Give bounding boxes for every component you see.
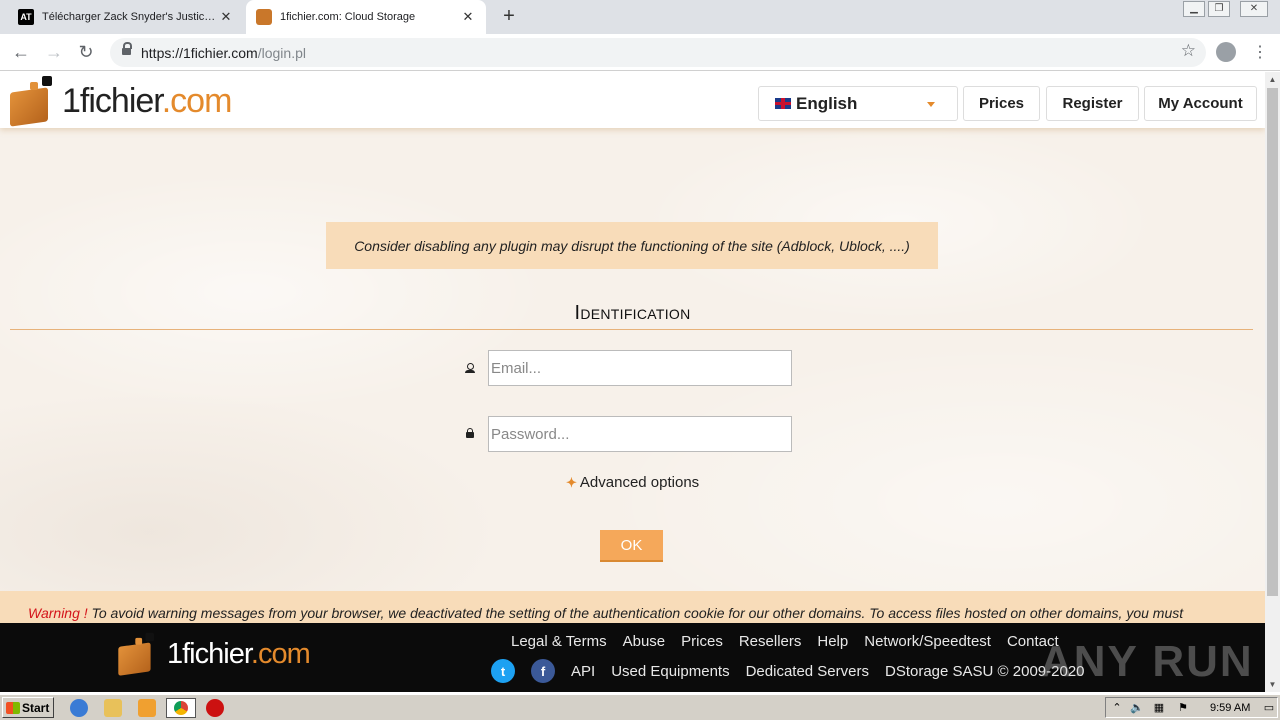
tab-favicon-icon: [256, 9, 272, 25]
tray-expand-icon[interactable]: ⌃: [1110, 701, 1124, 715]
language-label: English: [796, 93, 858, 113]
footer-logo[interactable]: 1fichier.com: [113, 629, 311, 679]
footer-link-abuse[interactable]: Abuse: [623, 633, 666, 650]
title-divider: [10, 329, 1253, 330]
uk-flag-icon: [775, 98, 791, 109]
password-input[interactable]: [488, 416, 792, 452]
page-content: 1fichier.com English Prices Register My …: [0, 72, 1265, 692]
footer-link-prices[interactable]: Prices: [681, 633, 723, 650]
show-desktop-icon[interactable]: ▭: [1262, 701, 1276, 715]
warning-text: To avoid warning messages from your brow…: [87, 605, 1184, 621]
email-input[interactable]: [488, 350, 792, 386]
user-icon: [465, 363, 475, 373]
tab-favicon-icon: AT: [18, 9, 34, 25]
tab-title: Télécharger Zack Snyder's Justice League: [42, 11, 218, 23]
facebook-icon[interactable]: f: [531, 659, 555, 683]
plugin-notice: Consider disabling any plugin may disrup…: [326, 222, 938, 269]
footer-link-legal[interactable]: Legal & Terms: [511, 633, 607, 650]
bookmark-star-icon[interactable]: ☆: [1181, 41, 1196, 61]
lock-icon: [466, 428, 476, 438]
sparkle-icon: ✦: [566, 474, 577, 490]
footer-link-api[interactable]: API: [571, 663, 595, 680]
tab-close-icon[interactable]: ✕: [218, 9, 234, 25]
scroll-down-icon[interactable]: ▼: [1265, 677, 1280, 692]
scroll-up-icon[interactable]: ▲: [1265, 72, 1280, 87]
twitter-icon[interactable]: t: [491, 659, 515, 683]
advanced-options-label: Advanced options: [579, 474, 700, 491]
menu-kebab-icon[interactable]: ⋮: [1252, 42, 1268, 62]
media-player-icon[interactable]: [138, 699, 156, 717]
my-account-button[interactable]: My Account: [1144, 86, 1257, 121]
advanced-options-link[interactable]: ✦ Advanced options: [566, 474, 699, 491]
footer-link-network[interactable]: Network/Speedtest: [864, 633, 991, 650]
flag-icon[interactable]: ⚑: [1176, 701, 1190, 715]
network-icon[interactable]: ▦: [1152, 701, 1166, 715]
profile-avatar-icon[interactable]: [1216, 42, 1236, 62]
prices-button[interactable]: Prices: [963, 86, 1040, 121]
chrome-taskbar-button[interactable]: [166, 698, 196, 718]
logo-box-icon: [8, 76, 56, 127]
address-bar[interactable]: https://1fichier.com/login.pl ☆: [110, 38, 1206, 67]
logo-text: 1fichier.com: [62, 81, 232, 120]
scrollbar-thumb[interactable]: [1267, 88, 1278, 596]
ok-button[interactable]: OK: [600, 530, 663, 562]
browser-tabstrip: AT Télécharger Zack Snyder's Justice Lea…: [0, 0, 1280, 34]
footer-link-resellers[interactable]: Resellers: [739, 633, 802, 650]
start-button[interactable]: Start: [2, 697, 54, 718]
warning-prefix: Warning !: [28, 605, 88, 621]
identification-title: Identification: [574, 302, 691, 324]
tab-justice-league[interactable]: AT Télécharger Zack Snyder's Justice Lea…: [8, 0, 244, 34]
footer-link-dedicated-servers[interactable]: Dedicated Servers: [746, 663, 869, 680]
tab-title: 1fichier.com: Cloud Storage: [280, 11, 416, 23]
window-close-icon[interactable]: ✕: [1240, 1, 1268, 17]
lock-icon: [122, 42, 132, 57]
site-logo[interactable]: 1fichier.com: [8, 76, 232, 127]
logo-box-icon: [117, 632, 158, 676]
clock: 9:59 AM: [1210, 702, 1251, 714]
cookie-warning: Warning ! To avoid warning messages from…: [0, 591, 1265, 623]
start-label: Start: [22, 700, 50, 715]
site-footer: 1fichier.com Legal & Terms Abuse Prices …: [0, 623, 1265, 692]
explorer-folder-icon[interactable]: [104, 699, 122, 717]
footer-links-row1: Legal & Terms Abuse Prices Resellers Hel…: [511, 633, 1059, 650]
windows-logo-icon: [6, 701, 20, 714]
forward-icon[interactable]: →: [43, 41, 65, 63]
register-button[interactable]: Register: [1046, 86, 1139, 121]
ie-icon[interactable]: [70, 699, 88, 717]
system-tray: ⌃ 🔈 ▦ ⚑ 9:59 AM ▭: [1105, 697, 1278, 718]
browser-toolbar: ← → ↻ https://1fichier.com/login.pl ☆ ⋮: [0, 34, 1280, 71]
opera-icon[interactable]: [206, 699, 224, 717]
url-text: https://1fichier.com/login.pl: [141, 45, 306, 61]
tab-close-icon[interactable]: ✕: [460, 9, 476, 25]
tab-1fichier[interactable]: 1fichier.com: Cloud Storage ✕: [246, 0, 486, 34]
volume-icon[interactable]: 🔈: [1130, 701, 1144, 715]
minimize-icon[interactable]: ▁: [1183, 1, 1205, 17]
footer-link-help[interactable]: Help: [817, 633, 848, 650]
footer-links-row2: t f API Used Equipments Dedicated Server…: [491, 659, 1085, 683]
site-header: 1fichier.com English Prices Register My …: [0, 72, 1265, 128]
anyrun-watermark: ANY RUN: [1040, 637, 1254, 686]
back-icon[interactable]: ←: [10, 41, 32, 63]
restore-icon[interactable]: ❐: [1208, 1, 1230, 17]
language-select[interactable]: English: [758, 86, 958, 121]
chevron-down-icon: [927, 102, 935, 107]
windows-taskbar: Start ⌃ 🔈 ▦ ⚑ 9:59 AM ▭: [0, 694, 1280, 720]
new-tab-button[interactable]: +: [498, 6, 520, 28]
reload-icon[interactable]: ↻: [75, 41, 97, 63]
footer-link-used-equipments[interactable]: Used Equipments: [611, 663, 729, 680]
page-scrollbar[interactable]: ▲ ▼: [1265, 72, 1280, 692]
footer-logo-text: 1fichier.com: [167, 637, 311, 670]
